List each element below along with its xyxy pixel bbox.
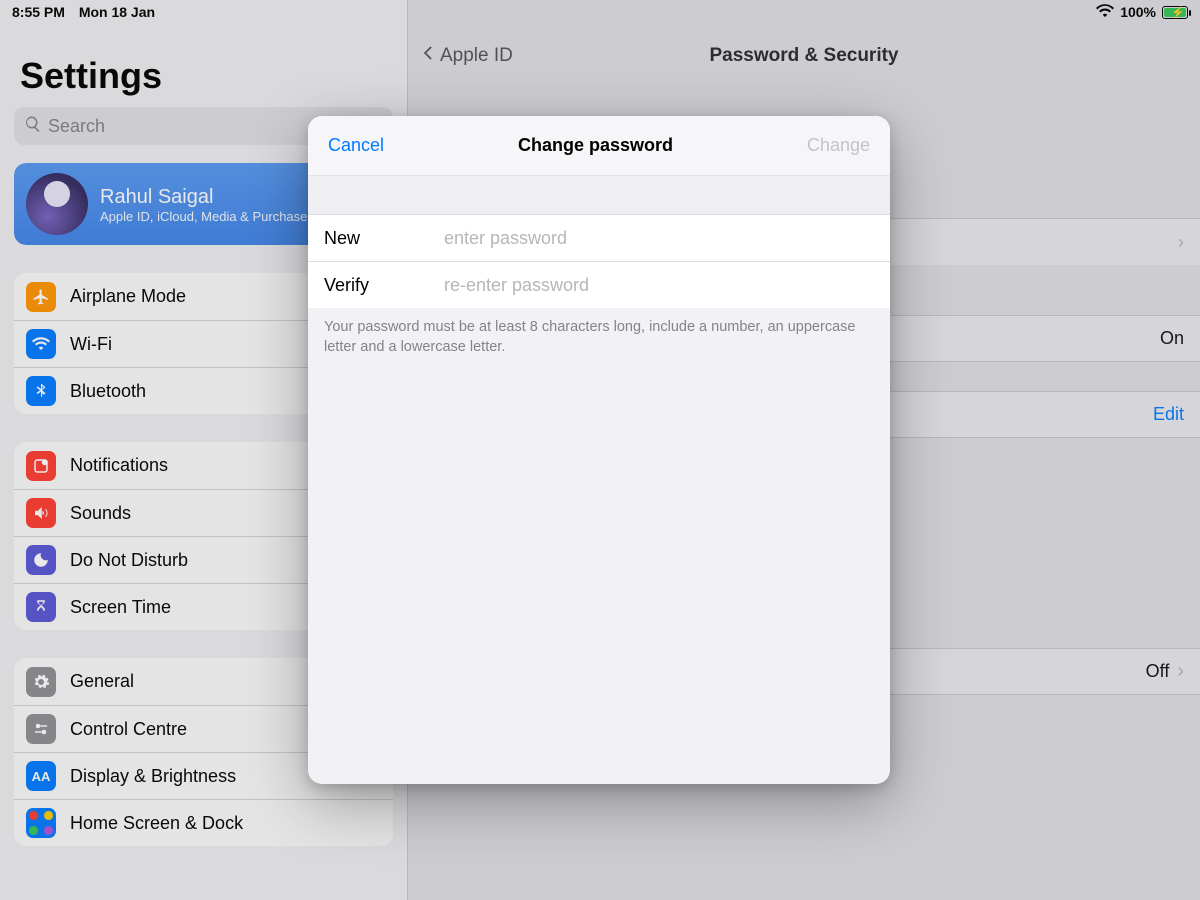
change-password-modal: Cancel Change password Change New Verify… <box>308 116 890 784</box>
new-password-row[interactable]: New <box>308 214 890 261</box>
new-password-label: New <box>324 228 444 249</box>
new-password-input[interactable] <box>444 228 874 249</box>
modal-title: Change password <box>518 135 673 156</box>
verify-password-row[interactable]: Verify <box>308 261 890 308</box>
change-button[interactable]: Change <box>807 135 870 156</box>
cancel-button[interactable]: Cancel <box>328 135 384 156</box>
verify-password-label: Verify <box>324 275 444 296</box>
verify-password-input[interactable] <box>444 275 874 296</box>
password-hint: Your password must be at least 8 charact… <box>308 308 890 357</box>
